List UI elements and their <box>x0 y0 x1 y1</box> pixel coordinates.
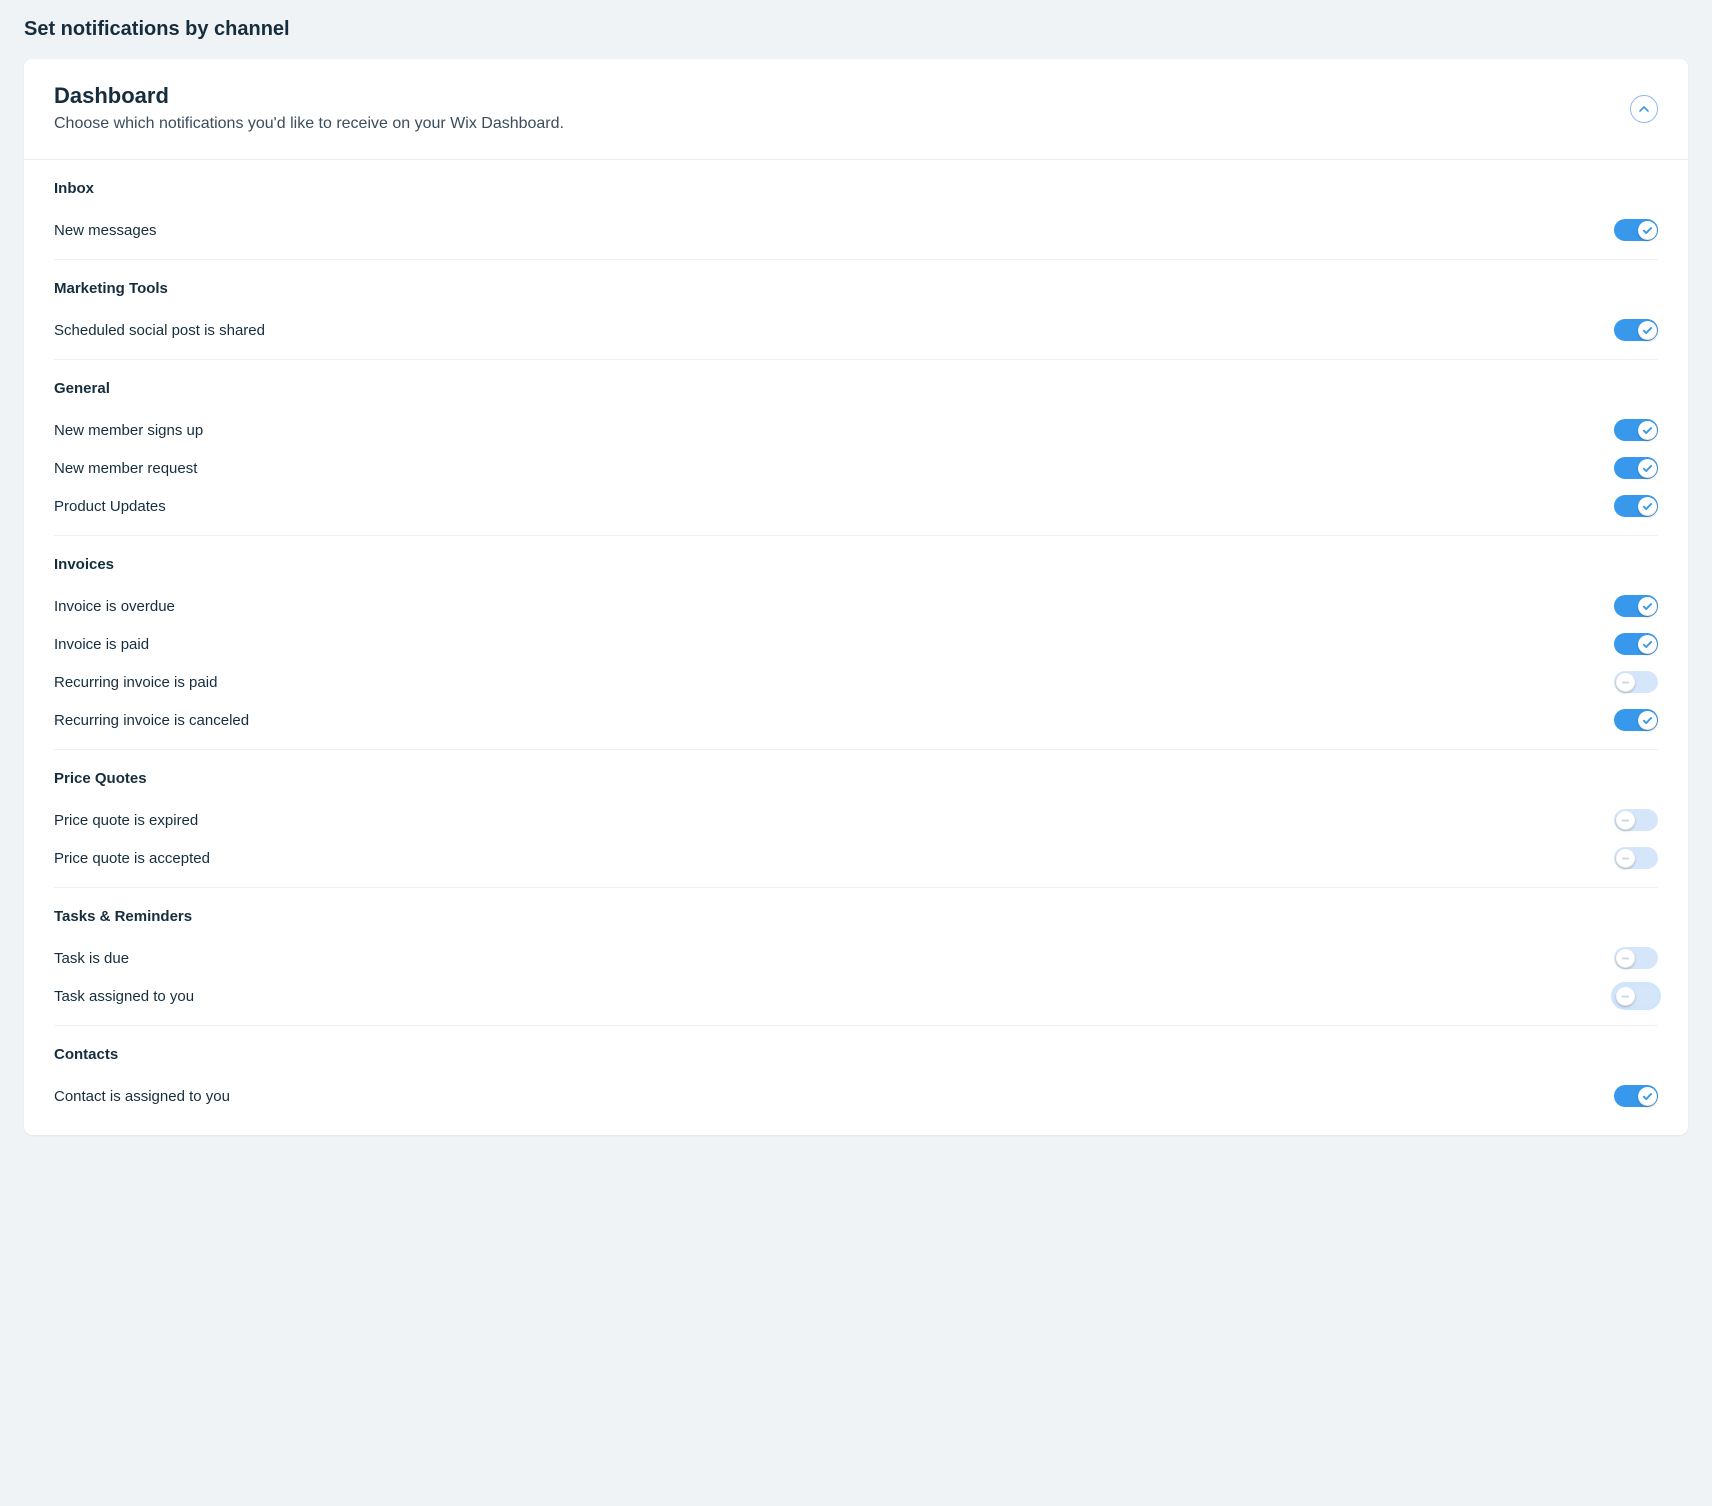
toggle-new-messages[interactable] <box>1614 219 1658 241</box>
check-icon <box>1638 459 1657 478</box>
item-label: Recurring invoice is canceled <box>54 712 249 729</box>
list-item: Invoice is paid <box>54 625 1658 663</box>
check-icon <box>1638 321 1657 340</box>
check-icon <box>1638 421 1657 440</box>
item-label: Task is due <box>54 950 129 967</box>
check-icon <box>1638 221 1657 240</box>
list-item: Price quote is accepted <box>54 839 1658 877</box>
group-tasks-reminders: Tasks & Reminders Task is due Task assigne… <box>54 888 1658 1026</box>
group-invoices: Invoices Invoice is overdue Invoice is pai… <box>54 536 1658 750</box>
dash-icon <box>1616 673 1635 692</box>
item-label: Product Updates <box>54 498 166 515</box>
item-label: New member request <box>54 460 197 477</box>
toggle-invoice-is-overdue[interactable] <box>1614 595 1658 617</box>
item-label: Recurring invoice is paid <box>54 674 217 691</box>
dash-icon <box>1616 811 1635 830</box>
list-item: Scheduled social post is shared <box>54 311 1658 349</box>
check-icon <box>1638 1087 1657 1106</box>
group-title: Inbox <box>54 180 1658 197</box>
chevron-up-icon <box>1639 106 1649 112</box>
item-label: Price quote is expired <box>54 812 198 829</box>
toggle-price-quote-is-accepted[interactable] <box>1614 847 1658 869</box>
list-item: Task is due <box>54 939 1658 977</box>
dash-icon <box>1616 849 1635 868</box>
group-title: Price Quotes <box>54 770 1658 787</box>
card-title-wrap: Dashboard Choose which notifications you… <box>54 83 1610 135</box>
list-item: New member signs up <box>54 411 1658 449</box>
item-label: New member signs up <box>54 422 203 439</box>
toggle-invoice-is-paid[interactable] <box>1614 633 1658 655</box>
toggle-recurring-invoice-is-canceled[interactable] <box>1614 709 1658 731</box>
list-item: Recurring invoice is paid <box>54 663 1658 701</box>
group-title: Invoices <box>54 556 1658 573</box>
dash-icon <box>1616 949 1635 968</box>
list-item: Contact is assigned to you <box>54 1077 1658 1115</box>
group-general: General New member signs up New member req… <box>54 360 1658 536</box>
list-item: Price quote is expired <box>54 801 1658 839</box>
group-title: General <box>54 380 1658 397</box>
group-title: Tasks & Reminders <box>54 908 1658 925</box>
toggle-contact-is-assigned-to-you[interactable] <box>1614 1085 1658 1107</box>
list-item: Recurring invoice is canceled <box>54 701 1658 739</box>
list-item: Product Updates <box>54 487 1658 525</box>
item-label: Contact is assigned to you <box>54 1088 230 1105</box>
group-price-quotes: Price Quotes Price quote is expired Price … <box>54 750 1658 888</box>
page-title: Set notifications by channel <box>24 18 1688 41</box>
card-body: Inbox New messages Marketing Tools Schedule… <box>24 160 1688 1135</box>
check-icon <box>1638 635 1657 654</box>
toggle-new-member-request[interactable] <box>1614 457 1658 479</box>
item-label: Scheduled social post is shared <box>54 322 265 339</box>
item-label: Price quote is accepted <box>54 850 210 867</box>
list-item: New messages <box>54 211 1658 249</box>
card-subtitle: Choose which notifications you'd like to… <box>54 113 1610 135</box>
toggle-task-is-due[interactable] <box>1614 947 1658 969</box>
toggle-price-quote-is-expired[interactable] <box>1614 809 1658 831</box>
item-label: Invoice is overdue <box>54 598 175 615</box>
item-label: Invoice is paid <box>54 636 149 653</box>
dashboard-card: Dashboard Choose which notifications you… <box>24 59 1688 1135</box>
group-marketing-tools: Marketing Tools Scheduled social post is … <box>54 260 1658 360</box>
list-item: Invoice is overdue <box>54 587 1658 625</box>
toggle-task-assigned-to-you[interactable] <box>1614 985 1658 1007</box>
toggle-product-updates[interactable] <box>1614 495 1658 517</box>
list-item: New member request <box>54 449 1658 487</box>
item-label: New messages <box>54 222 157 239</box>
group-title: Marketing Tools <box>54 280 1658 297</box>
card-header: Dashboard Choose which notifications you… <box>24 59 1688 160</box>
check-icon <box>1638 711 1657 730</box>
collapse-button[interactable] <box>1630 95 1658 123</box>
check-icon <box>1638 497 1657 516</box>
toggle-new-member-signs-up[interactable] <box>1614 419 1658 441</box>
dash-icon <box>1616 987 1635 1006</box>
list-item: Task assigned to you <box>54 977 1658 1015</box>
check-icon <box>1638 597 1657 616</box>
toggle-scheduled-social-post-is-shared[interactable] <box>1614 319 1658 341</box>
toggle-recurring-invoice-is-paid[interactable] <box>1614 671 1658 693</box>
group-inbox: Inbox New messages <box>54 160 1658 260</box>
group-contacts: Contacts Contact is assigned to you <box>54 1026 1658 1125</box>
item-label: Task assigned to you <box>54 988 194 1005</box>
group-title: Contacts <box>54 1046 1658 1063</box>
card-title: Dashboard <box>54 83 1610 109</box>
